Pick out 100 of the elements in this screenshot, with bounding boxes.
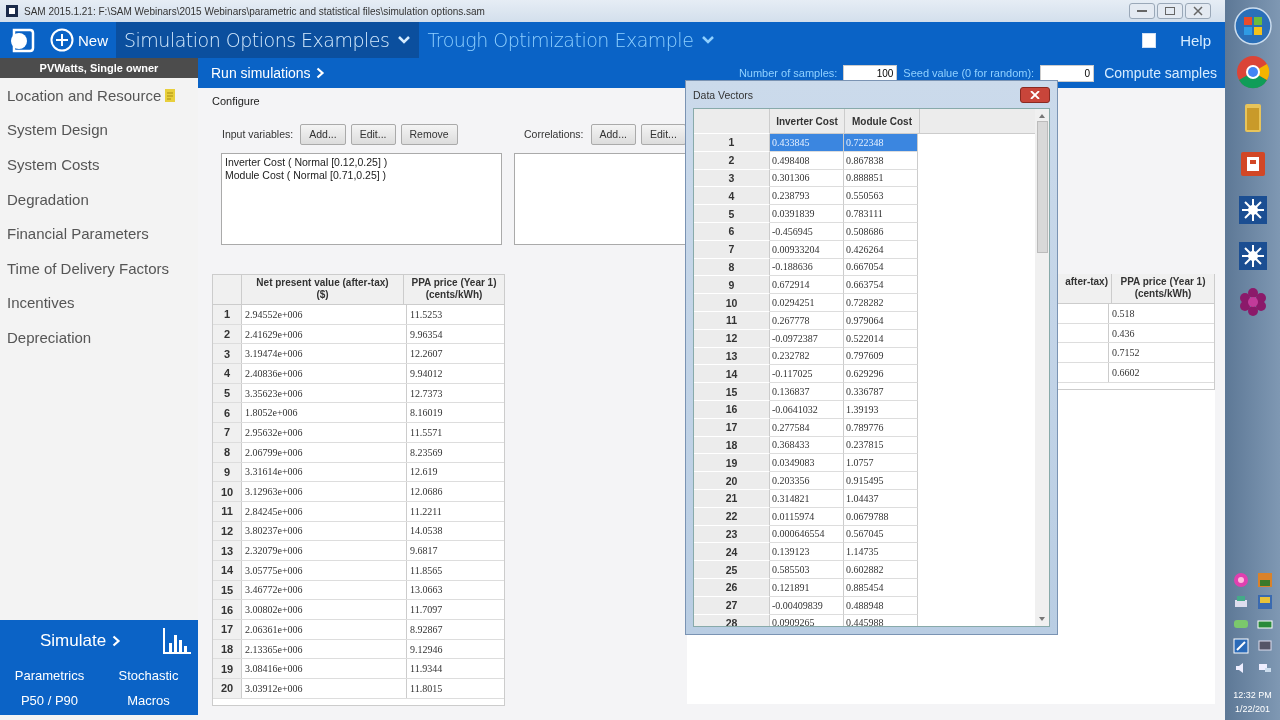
table-cell[interactable]: 0.0294251 bbox=[770, 294, 844, 312]
table-cell[interactable]: 0.585503 bbox=[770, 561, 844, 579]
table-cell[interactable]: 0.426264 bbox=[844, 240, 918, 259]
scroll-thumb[interactable] bbox=[1036, 121, 1048, 253]
table-cell[interactable]: 0.0909265 bbox=[770, 614, 844, 626]
sidebar-item[interactable]: System Design bbox=[0, 112, 198, 148]
table-cell[interactable]: 0.203356 bbox=[770, 472, 844, 490]
table-cell[interactable]: -0.117025 bbox=[770, 365, 844, 384]
table-cell[interactable]: 0.888851 bbox=[844, 169, 918, 188]
table-cell[interactable]: 0.136837 bbox=[770, 383, 844, 401]
seed-field[interactable]: 0 bbox=[1040, 64, 1095, 82]
minimize-button[interactable] bbox=[1129, 3, 1155, 19]
table-cell[interactable]: 0.979064 bbox=[844, 311, 918, 330]
table-cell[interactable]: 0.0391839 bbox=[770, 205, 844, 223]
table-cell[interactable]: 1.14735 bbox=[844, 543, 918, 562]
correlation-button[interactable]: Add... bbox=[590, 123, 636, 145]
flower-icon[interactable] bbox=[1232, 572, 1249, 588]
new-button[interactable]: New bbox=[48, 22, 116, 58]
table-cell[interactable]: 0.885454 bbox=[844, 578, 918, 597]
table-cell[interactable]: 0.789776 bbox=[844, 418, 918, 437]
chart-icon[interactable] bbox=[162, 627, 192, 655]
up-arrow-icon[interactable] bbox=[1038, 113, 1046, 119]
table-cell[interactable]: 0.629296 bbox=[844, 365, 918, 384]
sidebar-item[interactable]: Time of Delivery Factors bbox=[0, 250, 198, 286]
table-cell[interactable]: 0.797609 bbox=[844, 347, 918, 366]
simulation-link[interactable]: P50 / P90 bbox=[0, 691, 99, 710]
table-cell[interactable]: 0.232782 bbox=[770, 347, 844, 366]
table-cell[interactable]: 0.00933204 bbox=[770, 240, 844, 259]
table-cell[interactable]: 1.0757 bbox=[844, 454, 918, 473]
table-cell[interactable]: 0.915495 bbox=[844, 472, 918, 490]
sidebar-item[interactable]: Location and Resource bbox=[0, 78, 198, 113]
sidebar-item[interactable]: Incentives bbox=[0, 285, 198, 321]
maximize-button[interactable] bbox=[1157, 3, 1183, 19]
help-link[interactable]: Help bbox=[1174, 30, 1217, 50]
list-item[interactable]: Inverter Cost ( Normal [0.12,0.25] ) bbox=[225, 156, 498, 169]
table-cell[interactable]: 0.336787 bbox=[844, 383, 918, 401]
clock[interactable]: 12:32 PM 1/22/201 bbox=[1233, 682, 1272, 720]
table-cell[interactable]: -0.0641032 bbox=[770, 400, 844, 419]
monitor-icon[interactable] bbox=[1256, 638, 1273, 654]
scrollbar[interactable] bbox=[1035, 109, 1049, 626]
close-button[interactable] bbox=[1185, 3, 1211, 19]
printer-icon[interactable] bbox=[1232, 594, 1249, 610]
sidebar-item[interactable]: Degradation bbox=[0, 181, 198, 217]
simulation-link[interactable]: Macros bbox=[99, 691, 198, 710]
table-cell[interactable]: 0.121891 bbox=[770, 578, 844, 597]
table-cell[interactable]: 1.04437 bbox=[844, 489, 918, 508]
table-cell[interactable]: 0.0679788 bbox=[844, 507, 918, 526]
close-button[interactable] bbox=[1020, 86, 1050, 103]
table-cell[interactable]: 0.728282 bbox=[844, 294, 918, 312]
table-cell[interactable]: -0.0972387 bbox=[770, 329, 844, 348]
table-cell[interactable]: 0.508686 bbox=[844, 223, 918, 241]
table-cell[interactable]: 0.314821 bbox=[770, 489, 844, 508]
table-cell[interactable]: 0.498408 bbox=[770, 151, 844, 170]
display-icon[interactable] bbox=[1232, 638, 1249, 654]
input-variable-button[interactable]: Add... bbox=[300, 123, 346, 145]
simulation-link[interactable]: Stochastic bbox=[99, 666, 198, 685]
table-cell[interactable]: 0.550563 bbox=[844, 187, 918, 206]
table-cell[interactable]: -0.456945 bbox=[770, 223, 844, 241]
simulate-button[interactable]: Simulate bbox=[40, 631, 122, 651]
table-cell[interactable]: 0.277584 bbox=[770, 418, 844, 437]
table-cell[interactable]: 0.238793 bbox=[770, 187, 844, 206]
table-cell[interactable]: 1.39193 bbox=[844, 400, 918, 419]
table-cell[interactable]: -0.188636 bbox=[770, 258, 844, 277]
compute-samples-link[interactable]: Compute samples bbox=[1100, 65, 1217, 81]
input-variable-button[interactable]: Remove bbox=[400, 123, 458, 145]
table-cell[interactable]: 0.301306 bbox=[770, 169, 844, 188]
start-icon[interactable] bbox=[1232, 6, 1273, 46]
input-variable-button[interactable]: Edit... bbox=[350, 123, 396, 145]
down-arrow-icon[interactable] bbox=[1038, 616, 1046, 622]
table-cell[interactable]: 0.445988 bbox=[844, 614, 918, 626]
table-cell[interactable]: 0.672914 bbox=[770, 276, 844, 295]
table-cell[interactable]: 0.0349083 bbox=[770, 454, 844, 473]
correlation-button[interactable]: Edit... bbox=[640, 123, 686, 145]
table-cell[interactable]: 0.000646554 bbox=[770, 525, 844, 544]
table-cell[interactable]: 0.237815 bbox=[844, 436, 918, 455]
file-tab[interactable]: Trough Optimization Example bbox=[419, 22, 724, 58]
run-simulations-link[interactable]: Run simulations bbox=[211, 65, 325, 81]
table-cell[interactable]: 0.488948 bbox=[844, 596, 918, 615]
table-cell[interactable]: 0.867838 bbox=[844, 151, 918, 170]
table-cell[interactable]: 0.663754 bbox=[844, 276, 918, 295]
table-cell[interactable]: 0.602882 bbox=[844, 561, 918, 579]
table-cell[interactable]: 0.368433 bbox=[770, 436, 844, 455]
table-cell[interactable]: -0.00409839 bbox=[770, 596, 844, 615]
sidebar-item[interactable]: Financial Parameters bbox=[0, 216, 198, 251]
input-variables-list[interactable]: Inverter Cost ( Normal [0.12,0.25] ) Module Cost ( Normal [0.71,0.25] ) bbox=[221, 153, 502, 245]
table-cell[interactable]: 0.267778 bbox=[770, 311, 844, 330]
table-cell[interactable]: 0.667054 bbox=[844, 258, 918, 277]
app-icon[interactable] bbox=[1256, 594, 1273, 610]
table-cell[interactable]: 0.567045 bbox=[844, 525, 918, 544]
checkbox[interactable] bbox=[1142, 32, 1157, 48]
table-cell[interactable]: 0.522014 bbox=[844, 329, 918, 348]
sidebar-item[interactable]: System Costs bbox=[0, 147, 198, 182]
sidebar-item[interactable]: Depreciation bbox=[0, 320, 198, 355]
logo-icon[interactable] bbox=[8, 26, 36, 54]
table-cell[interactable]: 0.139123 bbox=[770, 543, 844, 562]
simulation-link[interactable]: Parametrics bbox=[0, 666, 99, 685]
list-item[interactable]: Module Cost ( Normal [0.71,0.25] ) bbox=[225, 169, 498, 182]
table-cell[interactable]: 0.0115974 bbox=[770, 507, 844, 526]
table-cell[interactable]: 0.783111 bbox=[844, 205, 918, 223]
file-tab[interactable]: Simulation Options Examples bbox=[116, 22, 420, 58]
